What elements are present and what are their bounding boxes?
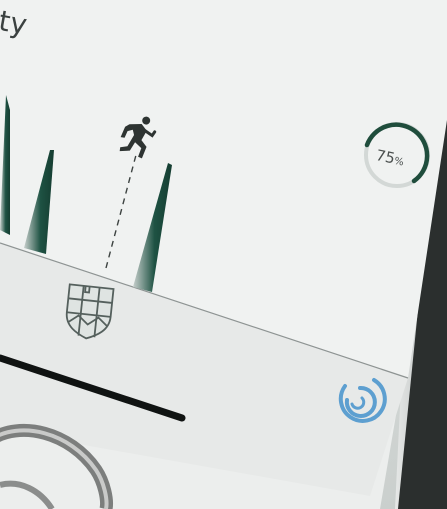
- phone-screen: [0, 0, 447, 509]
- phone-scene: ty 75%: [0, 0, 447, 509]
